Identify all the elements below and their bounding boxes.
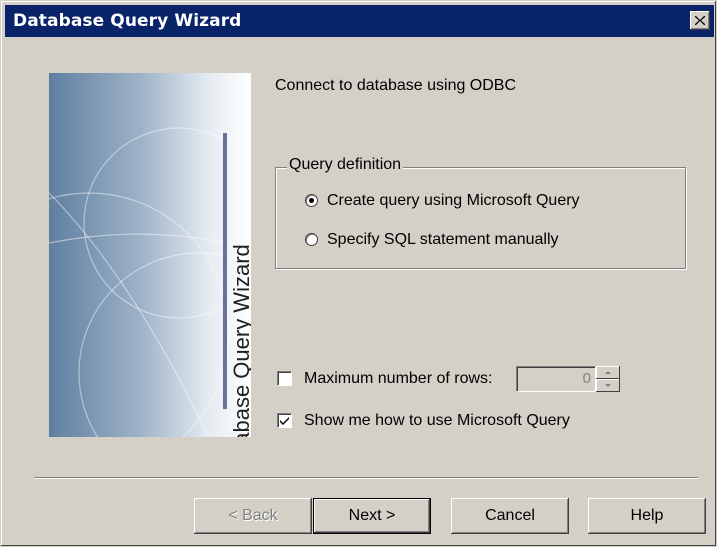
show-me-label[interactable]: Show me how to use Microsoft Query (304, 412, 570, 430)
dialog-window: Database Query Wizard base Query Wizard … (0, 0, 717, 547)
show-me-checkbox[interactable] (277, 413, 292, 428)
radio-create-query-label[interactable]: Create query using Microsoft Query (327, 192, 580, 210)
title-bar[interactable]: Database Query Wizard (5, 5, 714, 37)
spin-down-button[interactable] (596, 379, 620, 392)
window-title: Database Query Wizard (13, 11, 242, 31)
max-rows-value: 0 (582, 370, 591, 387)
max-rows-spinner[interactable] (596, 366, 620, 392)
wizard-side-image: Database Query Wizard (49, 73, 251, 437)
max-rows-checkbox[interactable] (277, 371, 292, 386)
side-image-caption: Database Query Wizard (229, 244, 251, 437)
query-definition-legend: Query definition (287, 156, 404, 174)
cancel-button[interactable]: Cancel (451, 498, 569, 534)
button-separator (34, 477, 698, 479)
radio-sql-manual-label[interactable]: Specify SQL statement manually (327, 231, 559, 249)
next-button[interactable]: Next > (313, 498, 431, 534)
max-rows-input[interactable]: 0 (516, 366, 596, 392)
back-button[interactable]: < Back (194, 498, 312, 534)
close-button[interactable] (690, 11, 710, 30)
max-rows-label: Maximum number of rows: (304, 370, 493, 387)
spin-up-button[interactable] (596, 366, 620, 379)
arrow-down-icon (605, 384, 611, 387)
query-definition-group (275, 167, 686, 269)
arrow-up-icon (605, 371, 611, 374)
connection-text: Connect to database using ODBC (275, 77, 517, 94)
checkmark-icon (280, 417, 289, 425)
radio-create-query[interactable] (305, 194, 318, 207)
radio-dot-icon (309, 198, 314, 203)
help-button[interactable]: Help (588, 498, 706, 534)
close-icon (695, 16, 705, 25)
radio-sql-manual[interactable] (305, 233, 318, 246)
